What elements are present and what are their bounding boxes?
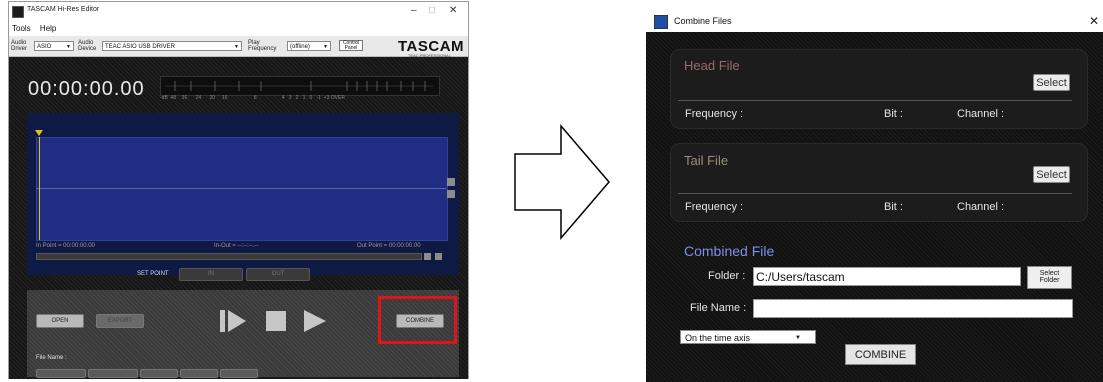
meter-scale-labels: -dB 48 36 24 20 16 8 4 3 2 1 0 -1 +3 OVE… [160,95,345,101]
transport-controls [220,310,326,332]
audio-driver-label-line2: Driver [11,46,27,52]
play-frequency-value: (offline) [290,44,310,50]
chevron-down-icon: ▼ [323,44,328,50]
app-icon [654,15,668,29]
audio-driver-select[interactable]: ASIO ▼ [34,41,74,51]
close-button[interactable]: ✕ [1089,14,1099,28]
play-frequency-label: Play Frequency [248,40,276,52]
file-name-input[interactable] [753,299,1073,318]
playhead-marker-icon[interactable] [35,130,43,136]
zoom-out-button[interactable] [447,190,455,198]
audio-device-label-line2: Device [78,46,97,52]
tail-file-select-button[interactable]: Select [1033,166,1070,183]
tail-bit-label: Bit : [884,201,903,213]
file-name-slot [36,369,86,378]
app-icon [12,6,24,18]
minimize-button[interactable]: – [411,5,417,16]
audio-device-select[interactable]: TEAC ASIO USB DRIVER ▼ [102,41,242,51]
combine-mode-value: On the time axis [685,333,751,343]
waveform-center-line [36,188,446,189]
tail-frequency-label: Frequency : [685,201,744,213]
playhead[interactable] [39,137,40,240]
in-point-label: In Point = 00:00:00.00 [36,243,95,249]
play-frequency-select[interactable]: (offline) ▼ [287,41,331,51]
file-name-slot [88,369,138,378]
in-button[interactable]: IN [179,268,243,281]
meter-ticks [165,81,433,91]
chevron-down-icon: ▼ [234,44,239,50]
open-button[interactable]: OPEN [36,314,84,328]
export-button[interactable]: EXPORT [96,314,144,328]
select-folder-line1: Select [1039,270,1060,277]
dialog-title: Combine Files [674,16,732,26]
select-folder-line2: Folder [1039,277,1060,284]
maximize-button[interactable]: □ [429,5,435,16]
scroll-right-button[interactable] [435,253,442,260]
waveform-area[interactable] [36,137,448,241]
out-point-label: Out Point = 00:00:00.00 [357,243,421,249]
chevron-down-icon: ▼ [66,44,71,50]
head-frequency-label: Frequency : [685,108,744,120]
tail-file-title: Tail File [684,153,729,168]
head-channel-label: Channel : [957,108,1005,120]
scroll-left-button[interactable] [424,253,431,260]
title-bar: TASCAM Hi-Res Editor – □ ✕ [9,2,468,24]
tail-channel-label: Channel : [957,201,1005,213]
stop-icon[interactable] [266,311,286,331]
audio-device-value: TEAC ASIO USB DRIVER [105,44,176,50]
file-name-slot [180,369,218,378]
file-name-slot [140,369,178,378]
select-folder-button[interactable]: Select Folder [1027,266,1072,289]
control-panel-line2: Panel [344,45,358,51]
window-title: TASCAM Hi-Res Editor [27,6,100,13]
audio-driver-label: Audio Driver [11,40,27,52]
folder-label: Folder : [708,270,746,282]
play-frequency-label-line2: Frequency [248,46,277,52]
divider [678,193,1072,194]
file-name-label: File Name : [690,302,747,314]
zoom-in-button[interactable] [447,178,455,186]
chevron-down-icon: ▼ [795,335,801,341]
in-out-label: In-Out = --:--:--.-- [214,243,259,249]
menu-tools[interactable]: Tools [12,24,31,33]
arrow-right-icon [514,124,610,240]
out-button[interactable]: OUT [246,268,310,281]
play-icon[interactable] [304,310,326,332]
head-file-title: Head File [684,58,740,73]
file-name-slot [220,369,258,378]
combine-highlight-box [378,296,457,344]
head-bit-label: Bit : [884,108,903,120]
control-panel-button[interactable]: Control Panel [339,40,363,51]
set-point-label: SET POINT [137,271,169,277]
folder-input[interactable]: C:/Users/tascam [753,267,1021,286]
combine-button[interactable]: COMBINE [845,344,916,365]
head-file-select-button[interactable]: Select [1033,74,1070,91]
menu-help[interactable]: Help [40,24,56,33]
file-name-label: File Name : [36,355,67,361]
menu-bar: Tools Help [9,24,468,36]
combined-file-title: Combined File [684,243,775,259]
position-slider[interactable] [36,253,422,260]
audio-device-label: Audio Device [78,40,96,52]
timecode-display: 00:00:00.00 [28,78,145,100]
combine-mode-select[interactable]: On the time axis ▼ [680,330,816,344]
divider [678,100,1072,101]
play-from-start-icon[interactable] [220,310,246,332]
level-meter [160,76,440,96]
close-button[interactable]: ✕ [449,5,457,16]
dialog-title-bar: Combine Files ✕ [646,9,1103,32]
audio-driver-value: ASIO [37,44,52,50]
